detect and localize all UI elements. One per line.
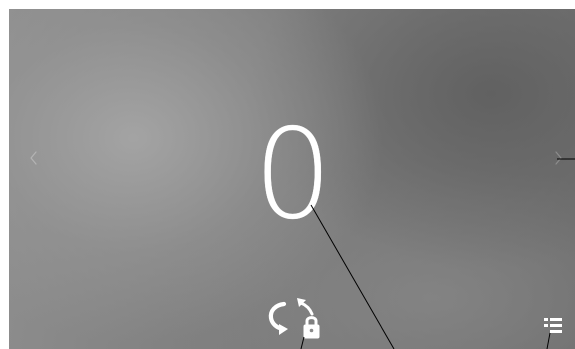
rotation-lock-icon[interactable] bbox=[292, 295, 322, 341]
screen-rotation-icon[interactable] bbox=[267, 294, 293, 340]
app-screen: 0 bbox=[9, 9, 575, 349]
list-menu-icon[interactable] bbox=[542, 315, 566, 335]
previous-page-chevron-left-icon[interactable] bbox=[23, 147, 45, 169]
counter-display[interactable]: 0 bbox=[9, 105, 575, 245]
next-page-chevron-right-icon[interactable] bbox=[547, 147, 569, 169]
